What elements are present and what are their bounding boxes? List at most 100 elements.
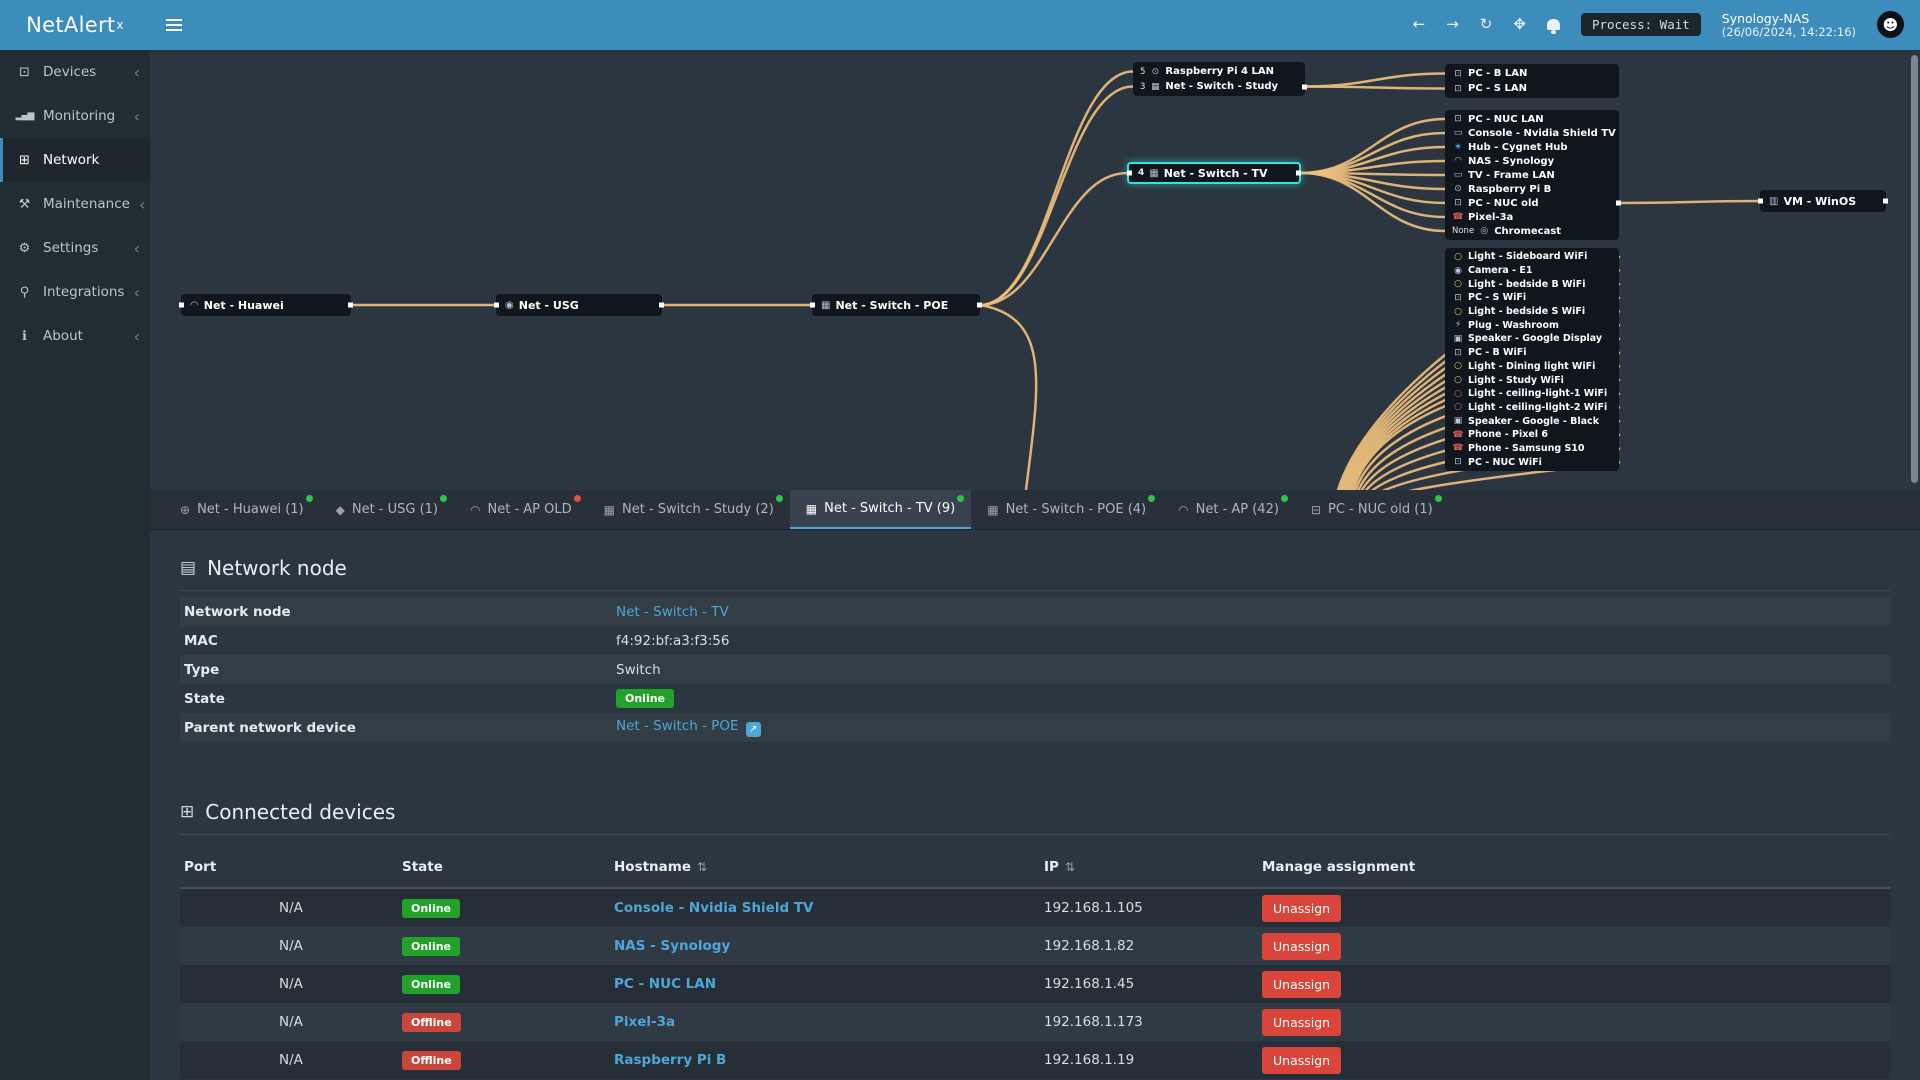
back-icon[interactable]: ← [1413,17,1426,32]
topology-edge [1303,85,1447,90]
cell-port: N/A [279,900,303,916]
sidebar-item-integrations[interactable]: ⚲ Integrations ‹ [0,270,150,314]
topology-device-light-ceiling-light-1-wifi[interactable]: ○ Light - ceiling-light-1 WiFi [1445,387,1619,401]
sidebar-item-settings[interactable]: ⚙ Settings ‹ [0,226,150,270]
tab-label: Net - Switch - TV (9) [824,501,956,516]
topology-device-console-nvidia-shield-tv[interactable]: ▭ Console - Nvidia Shield TV [1445,126,1619,140]
column-header-port: Port [184,859,402,875]
sidebar-item-network[interactable]: ⊞ Network [0,138,150,182]
topology-device-plug-washroom[interactable]: ⚡ Plug - Washroom [1445,318,1619,332]
topology-node-net-huawei[interactable]: ◠ Net - Huawei [181,294,351,316]
topology-device-speaker-google-black[interactable]: ▣ Speaker - Google - Black [1445,414,1619,428]
topology-node-net-usg[interactable]: ◉ Net - USG [496,294,662,316]
sidebar-item-maintenance[interactable]: ⚒ Maintenance ‹ [0,182,150,226]
topology-device-pc-s-lan[interactable]: ⊡ PC - S LAN [1445,81,1619,96]
topology-device-light-sideboard-wifi[interactable]: ○ Light - Sideboard WiFi [1445,250,1619,264]
topology-device-net-switch-study[interactable]: 3 ▦ Net - Switch - Study [1133,79,1307,94]
topology-device-light-ceiling-light-2-wifi[interactable]: ○ Light - ceiling-light-2 WiFi [1445,401,1619,415]
topology-device-pc-nuc-lan[interactable]: ⊡ PC - NUC LAN [1445,112,1619,126]
hostname-link-pixel-3a[interactable]: Pixel-3a [614,1014,675,1030]
tab-net-switch-study-2[interactable]: ▦ Net - Switch - Study (2) [588,490,790,529]
tab-net-switch-poe-4[interactable]: ▦ Net - Switch - POE (4) [971,490,1162,529]
topology-device-light-study-wifi[interactable]: ○ Light - Study WiFi [1445,373,1619,387]
nas-icon: ◠ [1454,156,1462,166]
network-node-details: Network node Net - Switch - TV MAC f4:92:bf… [180,597,1890,742]
tab-label: Net - AP (42) [1195,502,1279,517]
tab-net-huawei-1[interactable]: ⊕ Net - Huawei (1) [164,490,320,529]
unassign-button[interactable]: Unassign [1262,1046,1342,1074]
topology-device-pixel-3a[interactable]: ☎ Pixel-3a [1445,210,1619,224]
tab-net-switch-tv-9[interactable]: ▦ Net - Switch - TV (9) [789,490,972,529]
hostname-link-nas-synology[interactable]: NAS - Synology [614,938,730,954]
host-name: Synology-NAS [1721,10,1810,26]
scrollbar-thumb[interactable] [1911,55,1918,483]
table-header: Port State Hostname ⇅ IP ⇅ Manage assignment [180,849,1890,889]
detail-link-net-switch-tv[interactable]: Net - Switch - TV [616,604,729,620]
hub-icon: ∗ [1454,142,1462,152]
phone-icon: ☎ [1452,212,1464,222]
light-bulb-icon: ○ [1454,375,1462,386]
topology-device-phone-samsung-s10[interactable]: ☎ Phone - Samsung S10 [1445,442,1619,456]
refresh-icon[interactable]: ↻ [1480,17,1493,32]
light-bulb-icon: ○ [1454,279,1462,290]
sidebar-toggle-button[interactable] [150,0,198,50]
cell-state: Online [402,936,614,956]
sidebar-item-devices[interactable]: ⊡ Devices ‹ [0,50,150,94]
pc-icon: ⊡ [1454,83,1462,94]
node-label: Net - Switch - POE [835,298,949,312]
pc-icon: ⊡ [1454,457,1462,468]
detail-link-net-switch-poe[interactable]: Net - Switch - POE [616,718,739,734]
topology-device-pc-b-wifi[interactable]: ⊡ PC - B WiFi [1445,346,1619,360]
unassign-button[interactable]: Unassign [1262,932,1342,960]
topology-node-vm-winos[interactable]: ▥ VM - WinOS [1760,190,1886,212]
unassign-button[interactable]: Unassign [1262,1008,1342,1036]
speaker-icon: ▣ [1453,416,1463,427]
topology-device-speaker-google-display[interactable]: ▣ Speaker - Google Display [1445,332,1619,346]
topology-device-pc-b-lan[interactable]: ⊡ PC - B LAN [1445,66,1619,81]
column-header-ip[interactable]: IP ⇅ [1044,859,1262,875]
notifications-bell-icon[interactable] [1546,19,1560,34]
column-header-hostname[interactable]: Hostname ⇅ [614,859,1044,875]
unassign-button[interactable]: Unassign [1262,970,1342,998]
topology-device-pc-nuc-old[interactable]: ⊡ PC - NUC old [1445,196,1621,210]
port-label: 3 [1140,81,1146,92]
sidebar-item-about[interactable]: ℹ About ‹ [0,314,150,358]
unassign-button[interactable]: Unassign [1262,894,1342,922]
topology-device-nas-synology[interactable]: ◠ NAS - Synology [1445,154,1619,168]
topology-device-pc-nuc-wifi[interactable]: ⊡ PC - NUC WiFi [1445,455,1619,469]
external-link-icon[interactable]: ↗ [745,722,761,737]
user-avatar[interactable]: ☻ [1877,11,1904,39]
tab-net-usg-1[interactable]: ◆ Net - USG (1) [320,490,454,529]
topology-device-hub-cygnet-hub[interactable]: ∗ Hub - Cygnet Hub [1445,140,1619,154]
detail-row-mac: MAC f4:92:bf:a3:f3:56 [180,626,1890,655]
sidebar-item-monitoring[interactable]: ▂▄▆ Monitoring ‹ [0,94,150,138]
tab-net-ap-42[interactable]: ◠ Net - AP (42) [1162,490,1295,529]
forward-icon[interactable]: → [1446,17,1459,32]
topology-device-raspberry-pi-b[interactable]: ⊙ Raspberry Pi B [1445,182,1619,196]
hostname-link-pc-nuc-lan[interactable]: PC - NUC LAN [614,976,716,992]
topology-device-light-dining-light-wifi[interactable]: ○ Light - Dining light WiFi [1445,360,1619,374]
tab-net-ap-old[interactable]: ◠ Net - AP OLD [454,490,588,529]
topology-device-tv-frame-lan[interactable]: ▭ TV - Frame LAN [1445,168,1619,182]
device-label: NAS - Synology [1468,155,1555,167]
hostname-link-console-nvidia-shield-tv[interactable]: Console - Nvidia Shield TV [614,900,813,916]
sort-icon[interactable]: ⇅ [1065,860,1075,874]
app-logo[interactable]: NetAlert x [0,0,150,50]
topology-device-phone-pixel-6[interactable]: ☎ Phone - Pixel 6 [1445,428,1619,442]
topology-device-light-bedside-b-wifi[interactable]: ○ Light - bedside B WiFi [1445,277,1619,291]
app-header: NetAlert x ← → ↻ ✥ Process: Wait Synology… [0,0,1920,50]
pc-icon: ⊡ [1454,68,1462,79]
topology-device-light-bedside-s-wifi[interactable]: ○ Light - bedside S WiFi [1445,305,1619,319]
topology-device-pc-s-wifi[interactable]: ⊡ PC - S WiFi [1445,291,1619,305]
topology-node-net-switch-tv[interactable]: 4 ▦ Net - Switch - TV [1127,162,1301,184]
topology-device-raspberry-pi-4-lan[interactable]: 5 ⊙ Raspberry Pi 4 LAN [1133,64,1305,79]
sort-icon[interactable]: ⇅ [697,860,707,874]
host-timestamp: (26/06/2024, 14:22:16) [1721,24,1856,39]
hostname-link-raspberry-pi-b[interactable]: Raspberry Pi B [614,1052,726,1068]
topology-device-chromecast[interactable]: None ◎ Chromecast [1445,224,1619,238]
topology-device-camera-e1[interactable]: ◉ Camera - E1 [1445,264,1619,278]
detail-value: Net - Switch - TV [616,604,1886,620]
move-icon[interactable]: ✥ [1513,17,1526,32]
topology-node-net-switch-poe[interactable]: ▦ Net - Switch - POE [812,294,980,316]
tab-pc-nuc-old-1[interactable]: ⊟ PC - NUC old (1) [1295,490,1449,529]
